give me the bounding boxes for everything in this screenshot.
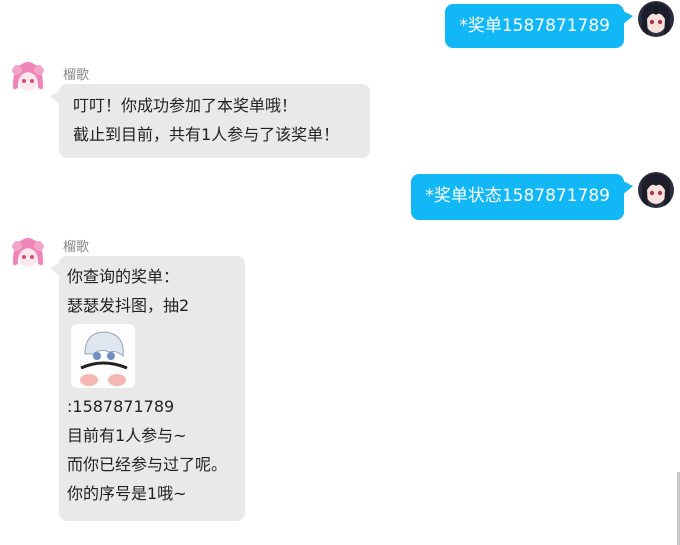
bot-message-line: 目前有1人参与~ bbox=[67, 426, 187, 445]
user-message-bubble: *奖单状态1587871789 bbox=[411, 174, 633, 220]
prize-image-icon bbox=[71, 324, 135, 388]
bot-sender-name: 榴歌 bbox=[63, 240, 90, 255]
user-message-bubble: *奖单1587871789 bbox=[445, 4, 633, 48]
bot-message-line: 你的序号是1哦~ bbox=[67, 484, 187, 503]
user-message-text: *奖单1587871789 bbox=[459, 16, 610, 36]
bot-avatar-icon bbox=[10, 60, 46, 96]
bot-message-bubble: 叮叮！你成功参加了本奖单哦！ 截止到目前，共有1人参与了该奖单！ bbox=[50, 84, 370, 158]
bot-message-line: :1587871789 bbox=[67, 397, 175, 416]
bot-message-line: 叮叮！你成功参加了本奖单哦！ bbox=[73, 96, 298, 115]
user-avatar-icon bbox=[638, 172, 674, 208]
prize-image[interactable] bbox=[71, 324, 135, 388]
bot-message-line: 你查询的奖单： bbox=[67, 267, 180, 286]
user-message-text: *奖单状态1587871789 bbox=[425, 186, 610, 206]
bot-message-line: 截止到目前，共有1人参与了该奖单！ bbox=[73, 125, 340, 144]
bot-message-line: 而你已经参与过了呢。 bbox=[67, 455, 228, 474]
bot-sender-name: 榴歌 bbox=[63, 68, 90, 83]
bot-avatar[interactable] bbox=[10, 60, 46, 96]
bot-avatar[interactable] bbox=[10, 236, 46, 272]
bot-message-bubble: 你查询的奖单： 瑟瑟发抖图，抽2 :1587871789 目前有1人参与~ 而你… bbox=[50, 256, 245, 521]
bot-message-line: 瑟瑟发抖图，抽2 bbox=[67, 296, 190, 315]
user-avatar[interactable] bbox=[638, 172, 674, 208]
user-avatar-icon bbox=[638, 1, 674, 37]
bot-avatar-icon bbox=[10, 236, 46, 272]
user-avatar[interactable] bbox=[638, 1, 674, 37]
